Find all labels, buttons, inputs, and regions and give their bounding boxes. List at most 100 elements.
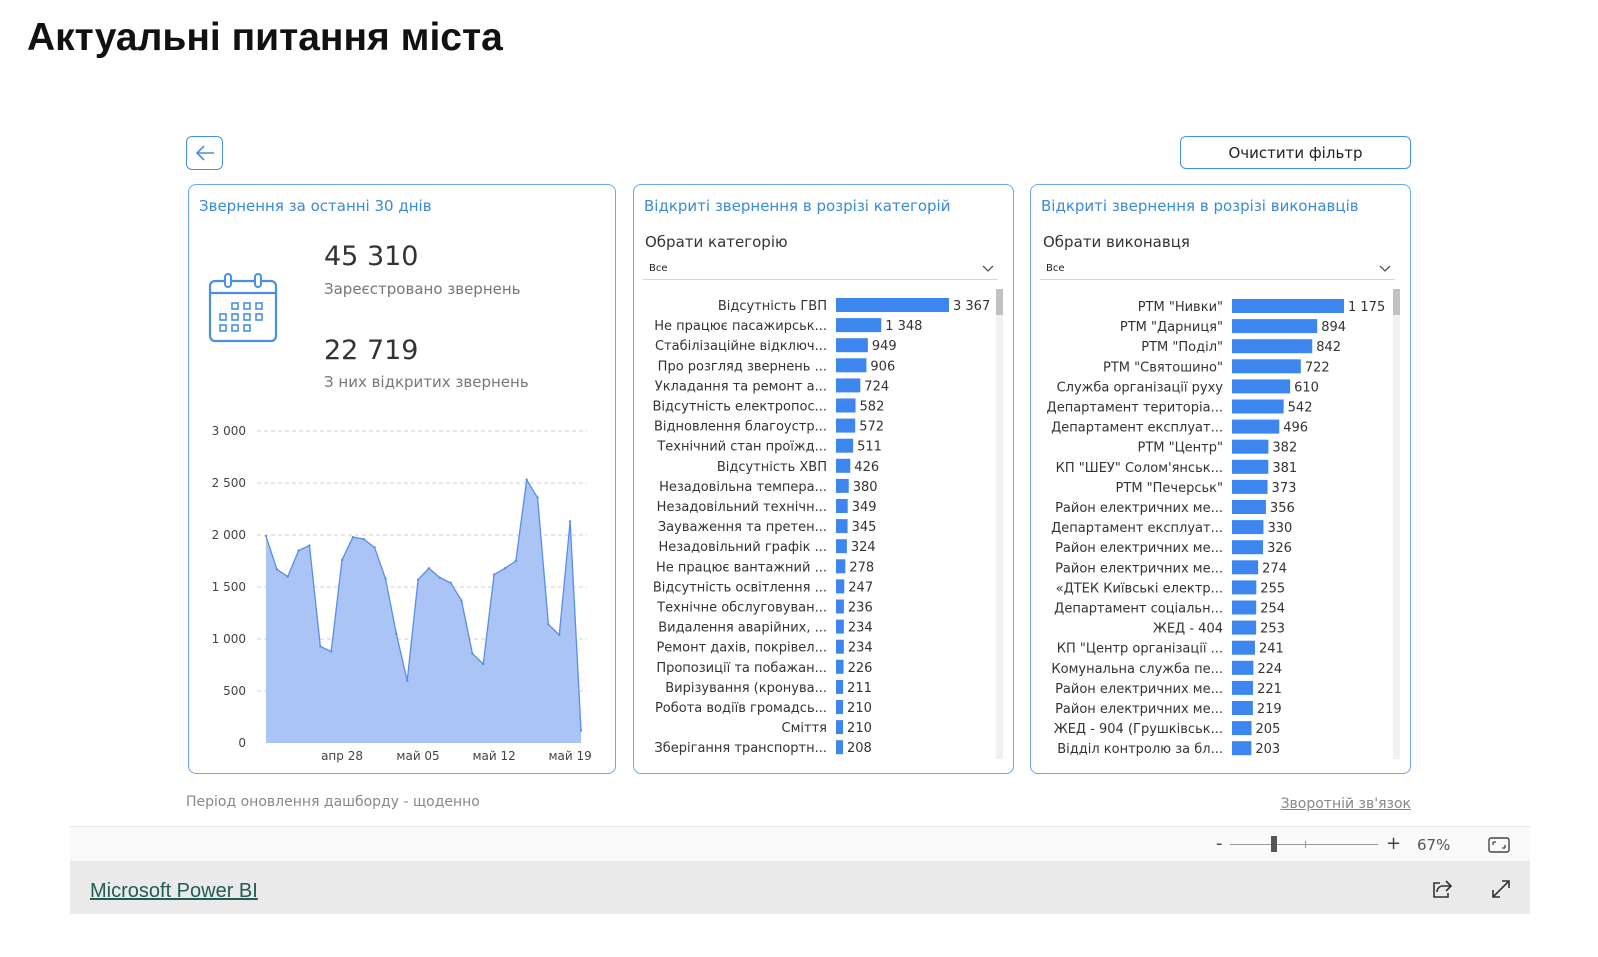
- bar-value-label: 274: [1262, 561, 1287, 576]
- bar: [1232, 479, 1268, 494]
- bar: [1232, 680, 1254, 695]
- bar: [1232, 359, 1301, 374]
- category-scrollbar[interactable]: [996, 289, 1003, 759]
- scrollbar-thumb[interactable]: [1393, 289, 1400, 315]
- bar-value-label: 356: [1270, 501, 1295, 516]
- bar: [1232, 580, 1257, 595]
- category-slicer-title: Обрати категорію: [645, 233, 788, 251]
- bar: [836, 579, 845, 594]
- bar-category-label: Департамент експлуат...: [1051, 421, 1223, 436]
- kpi-open-label: З них відкритих звернень: [324, 373, 529, 391]
- panel-executors: Відкриті звернення в розрізі виконавців …: [1030, 184, 1411, 774]
- zoom-out-button[interactable]: -: [1216, 833, 1223, 854]
- bar-category-label: КП "ШЕУ" Солом'янськ...: [1056, 461, 1223, 476]
- bar-value-label: 542: [1288, 401, 1313, 416]
- x-tick-label: май 19: [548, 749, 591, 763]
- bar-value-label: 324: [851, 540, 876, 555]
- zoom-in-button[interactable]: +: [1386, 833, 1401, 854]
- expand-icon[interactable]: [1490, 879, 1512, 899]
- data-point: [297, 549, 300, 552]
- bar-category-label: Район електричних ме...: [1055, 561, 1223, 576]
- bar-value-label: 1 175: [1348, 300, 1385, 315]
- kpi-registered-value: 45 310: [324, 241, 419, 272]
- bar-category-label: Стабілізаційне відключ...: [655, 339, 827, 354]
- bar: [1232, 640, 1255, 655]
- bar-category-label: Відновлення благоустр...: [654, 420, 827, 435]
- panel-title: Звернення за останні 30 днів: [199, 197, 432, 215]
- bar-category-label: РТМ "Центр": [1137, 441, 1223, 456]
- bar: [1232, 560, 1259, 575]
- zoom-slider-thumb[interactable]: [1271, 836, 1278, 852]
- bar-value-label: 906: [870, 359, 895, 374]
- bar-category-label: Відділ контролю за бл...: [1057, 742, 1223, 757]
- bar-value-label: 330: [1267, 521, 1292, 536]
- bar: [1232, 299, 1344, 313]
- bar-category-label: Незадовільний графік ...: [658, 540, 827, 555]
- bar-category-label: РТМ "Поділ": [1141, 340, 1223, 355]
- bar-category-label: Пропозиції та побажан...: [656, 661, 827, 676]
- bar-value-label: 219: [1257, 702, 1282, 717]
- data-point: [319, 645, 322, 648]
- bar: [836, 700, 844, 714]
- bar-value-label: 236: [848, 601, 873, 616]
- kpi-registered-label: Зареєстровано звернень: [324, 280, 521, 298]
- bar: [1232, 741, 1252, 756]
- bar-value-label: 254: [1260, 602, 1285, 617]
- bar: [836, 559, 846, 574]
- back-button[interactable]: [186, 136, 223, 170]
- executor-dropdown[interactable]: Все: [1040, 259, 1395, 280]
- bar: [1232, 520, 1264, 535]
- chevron-down-icon: [982, 265, 994, 272]
- bar-value-label: 208: [847, 741, 872, 756]
- bar-value-label: 203: [1255, 742, 1280, 757]
- bar-category-label: РТМ "Нивки": [1138, 300, 1223, 315]
- bar-category-label: Технічний стан проїжд...: [656, 440, 827, 455]
- data-point: [264, 534, 268, 538]
- bar: [1232, 500, 1266, 514]
- bar-value-label: 381: [1272, 461, 1297, 476]
- bar-value-label: 278: [849, 560, 874, 575]
- bar: [836, 659, 844, 674]
- zoom-percent: 67%: [1417, 836, 1451, 854]
- bar: [1232, 319, 1318, 334]
- data-point: [362, 537, 365, 541]
- scrollbar-thumb[interactable]: [996, 289, 1003, 315]
- power-bi-link[interactable]: Microsoft Power BI: [90, 880, 258, 903]
- bar-category-label: РТМ "Дарниця": [1120, 320, 1223, 335]
- feedback-link[interactable]: Зворотній зв'язок: [1281, 796, 1411, 812]
- bar-category-label: Департамент територіа...: [1047, 401, 1223, 416]
- share-icon[interactable]: [1431, 879, 1453, 899]
- calendar-icon: [208, 273, 278, 343]
- bar-value-label: 349: [852, 500, 877, 515]
- bar: [836, 519, 848, 534]
- panel-last-30-days: Звернення за останні 30 днів 45 310 Заре…: [188, 184, 616, 774]
- clear-filter-button[interactable]: Очистити фільтр: [1180, 136, 1411, 169]
- category-dropdown[interactable]: Все: [643, 259, 998, 280]
- bar: [836, 378, 861, 393]
- zoom-slider-tick: [1305, 841, 1306, 848]
- bar-value-label: 382: [1272, 441, 1297, 456]
- data-point: [427, 567, 431, 570]
- bar: [836, 720, 844, 735]
- zoom-slider-track[interactable]: [1230, 844, 1378, 845]
- bar-value-label: 210: [847, 701, 872, 716]
- data-point: [373, 546, 376, 549]
- bar-category-label: Видалення аварійних, ...: [658, 621, 827, 636]
- panel-categories: Відкриті звернення в розрізі категорій О…: [633, 184, 1014, 774]
- data-point: [438, 576, 441, 579]
- bar-value-label: 247: [848, 580, 873, 595]
- data-point: [503, 567, 507, 570]
- y-tick-label: 2 500: [212, 476, 246, 490]
- bar: [1232, 701, 1253, 715]
- bar-category-label: Комунальна служба пе...: [1051, 662, 1223, 677]
- bar-category-label: Про розгляд звернень ...: [658, 359, 827, 374]
- bar-category-label: Район електричних ме...: [1055, 541, 1223, 556]
- bar: [836, 619, 844, 634]
- bar: [836, 478, 849, 493]
- data-point: [416, 578, 420, 581]
- executor-scrollbar[interactable]: [1393, 289, 1400, 759]
- bar-category-label: Район електричних ме...: [1055, 682, 1223, 697]
- bar-value-label: 724: [864, 379, 889, 394]
- bar-category-label: Технічне обслуговуван...: [656, 601, 827, 616]
- fit-to-page-icon[interactable]: [1488, 836, 1510, 854]
